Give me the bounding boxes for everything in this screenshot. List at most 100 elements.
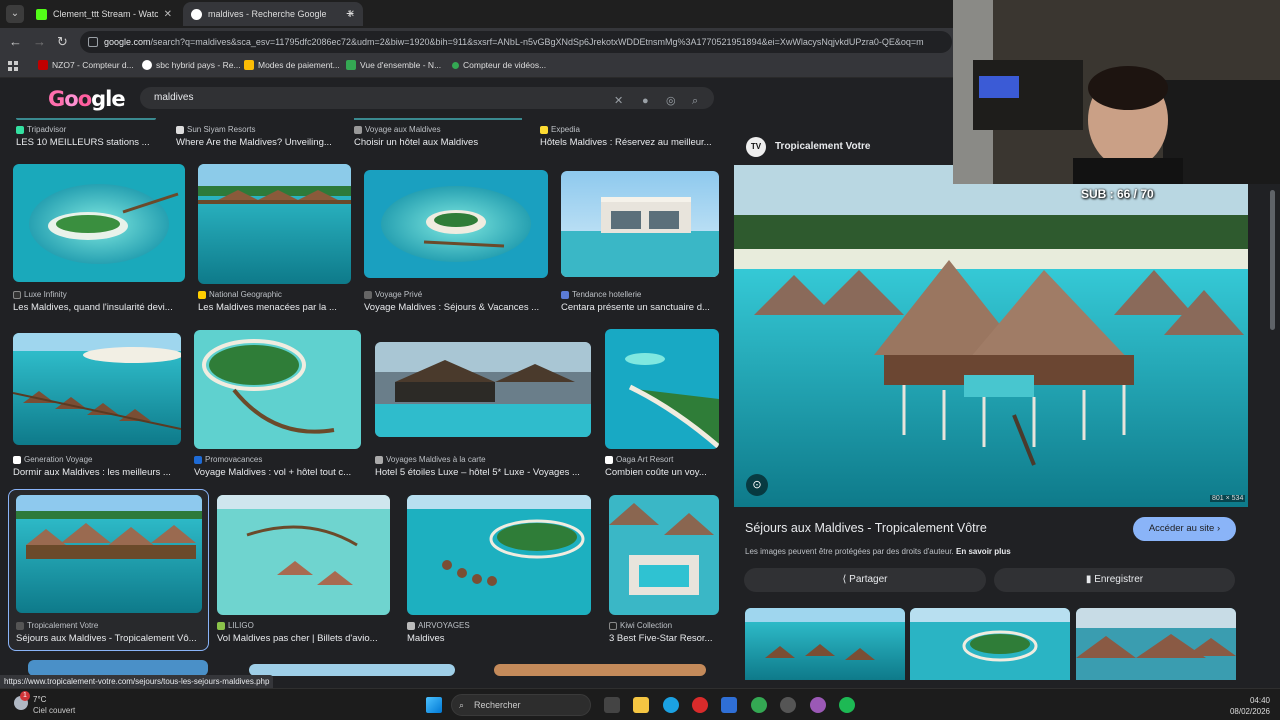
result-title[interactable]: Voyage Maldives : vol + hôtel tout c... [194, 467, 358, 478]
store-icon[interactable] [721, 697, 737, 713]
result-image[interactable] [609, 495, 719, 615]
app-icon[interactable] [780, 697, 796, 713]
result-image[interactable] [16, 495, 202, 613]
result-image[interactable] [375, 342, 591, 437]
result-title[interactable]: 3 Best Five-Star Resor... [609, 633, 717, 644]
panel-source-name[interactable]: Tropicalement Votre [775, 141, 870, 152]
bookmark-item[interactable]: NZO7 - Compteur d... [38, 60, 134, 70]
result-image[interactable] [364, 170, 548, 278]
result-title[interactable]: Maldives [407, 633, 589, 644]
result-image[interactable] [605, 329, 719, 449]
google-logo[interactable]: Google [48, 87, 126, 111]
chrome-icon[interactable] [751, 697, 767, 713]
panel-scrollbar[interactable] [1270, 184, 1276, 674]
visit-site-button[interactable]: Accéder au site › [1133, 517, 1236, 541]
bookmark-item[interactable]: Vue d'ensemble - N... [346, 60, 441, 70]
mic-icon[interactable]: ● [642, 90, 649, 112]
file-explorer-icon[interactable] [633, 697, 649, 713]
forward-icon[interactable]: → [33, 34, 46, 49]
search-icon[interactable]: ⌕ [692, 90, 698, 112]
clear-icon[interactable]: ✕ [614, 90, 623, 112]
windows-start-icon[interactable] [426, 697, 442, 713]
search-input[interactable]: maldives ✕ ● ◎ ⌕ [140, 87, 714, 109]
result-card[interactable]: AIRVOYAGES Maldives [407, 495, 591, 647]
result-title[interactable]: Choisir un hôtel aux Maldives [354, 137, 524, 148]
result-title[interactable]: Where Are the Maldives? Unveiling... [176, 137, 341, 148]
site-info-icon[interactable] [88, 37, 98, 47]
edge-icon[interactable] [663, 697, 679, 713]
url-host: google.com [104, 37, 151, 47]
reload-icon[interactable]: ↻ [57, 34, 68, 50]
scrollbar-thumb[interactable] [1270, 190, 1275, 330]
result-title[interactable]: Dormir aux Maldives : les meilleurs ... [13, 467, 179, 478]
apps-grid-icon[interactable] [8, 61, 19, 72]
result-image[interactable] [13, 333, 181, 445]
task-view-icon[interactable] [604, 697, 620, 713]
result-card[interactable]: LILIGO Vol Maldives pas cher | Billets d… [217, 495, 390, 647]
result-title[interactable]: Hotel 5 étoiles Luxe – hôtel 5* Luxe - V… [375, 467, 589, 478]
result-card[interactable]: Kiwi Collection 3 Best Five-Star Resor..… [609, 495, 719, 647]
result-card[interactable] [494, 664, 706, 676]
tab-search-button[interactable]: ⌄ [6, 5, 24, 23]
related-image[interactable] [745, 608, 905, 680]
result-card[interactable]: Luxe Infinity Les Maldives, quand l'insu… [13, 164, 185, 316]
opera-icon[interactable] [692, 697, 708, 713]
tab-kick-stream[interactable]: Clement_ttt Stream - Watch Live ✕ [28, 2, 180, 26]
result-image[interactable] [561, 171, 719, 277]
share-button[interactable]: ⟨ Partager [744, 568, 986, 592]
bookmark-item[interactable]: Compteur de vidéos... [452, 60, 546, 70]
result-card[interactable]: Voyages Maldives à la carte Hotel 5 étoi… [375, 342, 591, 481]
result-card[interactable] [28, 660, 208, 676]
url-field[interactable]: google.com/search?q=maldives&sca_esv=117… [80, 31, 952, 53]
result-image[interactable] [28, 660, 208, 676]
result-title[interactable]: Voyage Maldives : Séjours & Vacances ... [364, 302, 546, 313]
related-image[interactable] [1076, 608, 1236, 680]
result-title[interactable]: Combien coûte un voy... [605, 467, 717, 478]
learn-more-link[interactable]: En savoir plus [956, 547, 1011, 556]
related-image[interactable] [910, 608, 1070, 680]
app-icon[interactable] [810, 697, 826, 713]
result-image[interactable] [407, 495, 591, 615]
result-image[interactable] [194, 330, 361, 449]
result-title[interactable]: Les Maldives, quand l'insularité devi... [13, 302, 183, 313]
preview-title[interactable]: Séjours aux Maldives - Tropicalement Vôt… [745, 521, 987, 535]
result-card[interactable]: Voyage aux Maldives Choisir un hôtel aux… [354, 118, 532, 154]
bookmark-item[interactable]: Modes de paiement... [244, 60, 340, 70]
result-card[interactable]: Oaga Art Resort Combien coûte un voy... [605, 329, 719, 481]
lens-icon[interactable]: ◎ [666, 90, 676, 112]
result-title[interactable]: Séjours aux Maldives - Tropicalement Vô.… [16, 633, 200, 644]
taskbar-search[interactable]: ⌕ Rechercher [451, 694, 591, 716]
result-image[interactable] [249, 664, 455, 676]
tab-google-search[interactable]: maldives - Recherche Google ✕ [183, 2, 363, 26]
visual-search-icon[interactable]: ⊙ [746, 474, 768, 496]
result-title[interactable]: Les Maldives menacées par la ... [198, 302, 348, 313]
result-title[interactable]: LES 10 MEILLEURS stations ... [16, 137, 176, 148]
result-card[interactable]: Promovacances Voyage Maldives : vol + hô… [194, 330, 361, 481]
result-image[interactable] [217, 495, 390, 615]
result-card[interactable]: Tendance hotellerie Centara présente un … [561, 171, 719, 316]
result-card[interactable]: National Geographic Les Maldives menacée… [198, 164, 351, 316]
result-card-selected[interactable]: Tropicalement Votre Séjours aux Maldives… [16, 495, 202, 647]
source-logo[interactable]: TV [746, 137, 766, 157]
save-button[interactable]: ▮ Enregistrer [994, 568, 1235, 592]
back-icon[interactable]: ← [9, 34, 22, 49]
result-title[interactable]: Hôtels Maldives : Réservez au meilleur..… [540, 137, 718, 148]
result-image[interactable] [13, 164, 185, 282]
preview-image[interactable] [734, 165, 1248, 507]
result-card[interactable]: Generation Voyage Dormir aux Maldives : … [13, 333, 181, 481]
result-image[interactable] [494, 664, 706, 676]
bookmark-item[interactable]: sbc hybrid pays - Re... [142, 60, 241, 70]
result-card[interactable]: Tripadvisor LES 10 MEILLEURS stations ..… [16, 118, 186, 154]
system-clock[interactable]: 04:40 08/02/2026 [1226, 695, 1270, 717]
spotify-icon[interactable] [839, 697, 855, 713]
result-card[interactable]: Sun Siyam Resorts Where Are the Maldives… [176, 118, 346, 154]
result-image[interactable] [198, 164, 351, 284]
result-card[interactable]: Expedia Hôtels Maldives : Réservez au me… [540, 118, 720, 154]
result-card[interactable] [249, 664, 455, 676]
result-title[interactable]: Centara présente un sanctuaire d... [561, 302, 717, 313]
new-tab-icon[interactable]: + [346, 5, 354, 21]
result-title[interactable]: Vol Maldives pas cher | Billets d'avio..… [217, 633, 388, 644]
site-favicon-icon [605, 455, 613, 464]
result-card[interactable]: Voyage Privé Voyage Maldives : Séjours &… [364, 170, 548, 316]
tab-close-icon[interactable]: ✕ [164, 9, 172, 20]
